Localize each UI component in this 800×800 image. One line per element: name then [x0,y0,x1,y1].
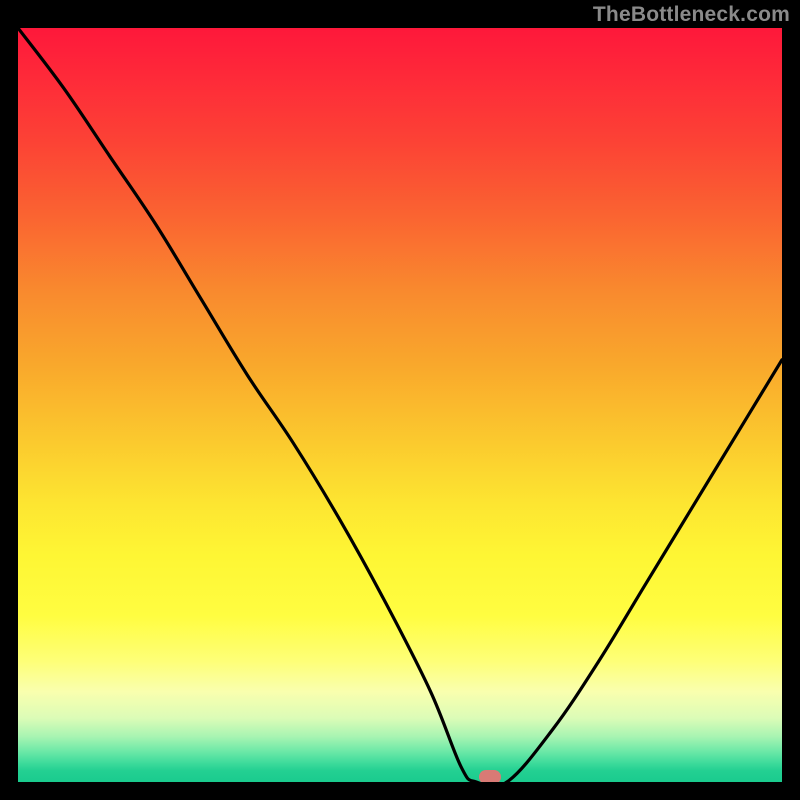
bottleneck-curve [18,28,782,782]
chart-frame: TheBottleneck.com [0,0,800,800]
plot-area [18,28,782,782]
watermark-text: TheBottleneck.com [593,3,790,27]
optimal-point-marker [479,770,501,782]
